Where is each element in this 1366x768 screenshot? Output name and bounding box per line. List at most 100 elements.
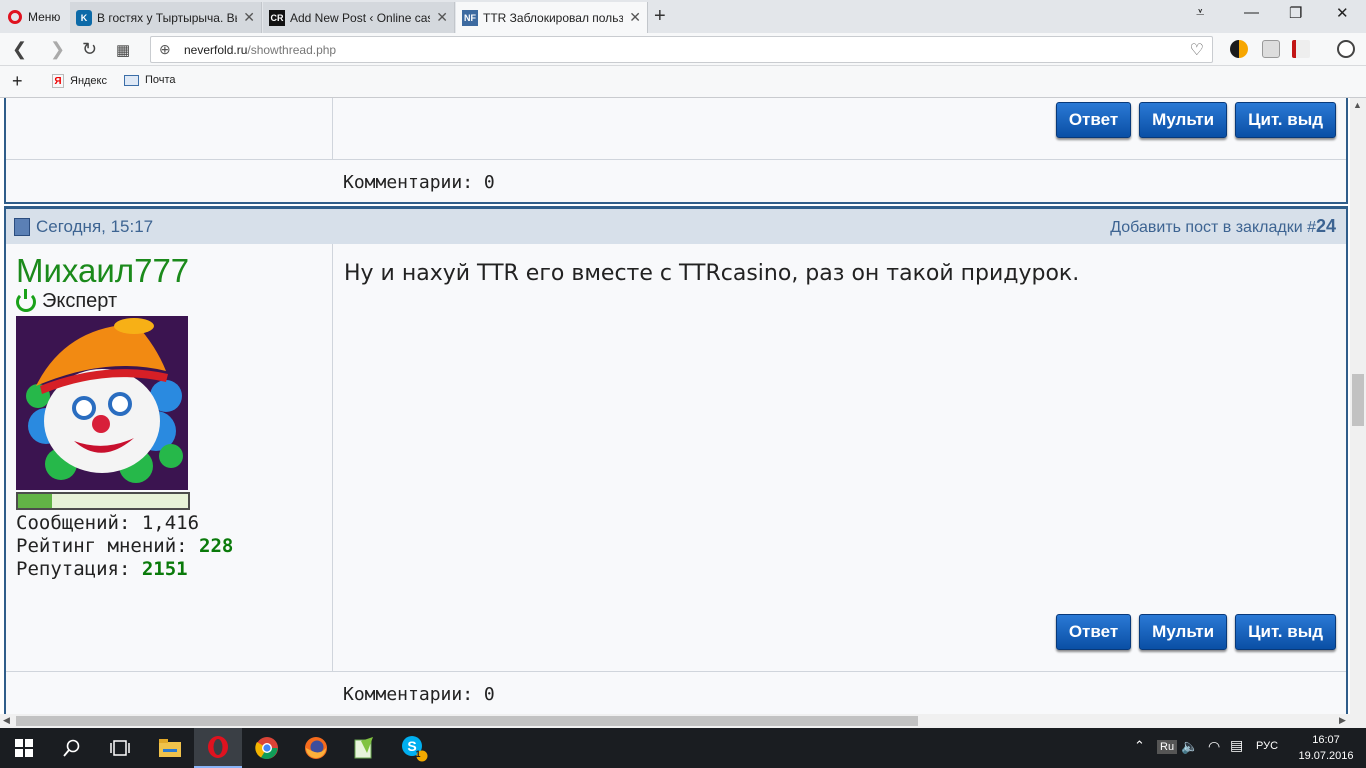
tab-title: TTR Заблокировал пользователя [483, 10, 624, 25]
volume-icon[interactable]: 🔈 [1181, 738, 1198, 755]
user-info-pane: Михаил777 Эксперт Сообщений: 1,416 Рейти… [6, 244, 333, 671]
search-icon[interactable] [48, 728, 96, 768]
post-message: Ну и нахуй TTR его вместе с TTRcasino, р… [344, 261, 1080, 286]
close-tab-icon[interactable]: ✕ [243, 9, 255, 26]
quote-selection-button[interactable]: Цит. выд [1235, 102, 1336, 138]
tab-title: Add New Post ‹ Online casino [290, 10, 430, 25]
tray-expand-icon[interactable]: ⌃ [1134, 738, 1145, 754]
bookmarks-bar: + Я Яндекс Почта [0, 66, 1366, 98]
clock-time: 16:07 [1312, 734, 1340, 746]
stat-messages: Сообщений: 1,416 [16, 512, 199, 534]
back-icon[interactable]: ❮ [12, 39, 27, 60]
scroll-up-icon[interactable]: ▲ [1353, 100, 1362, 110]
reputation-bar [16, 492, 190, 510]
tab-0[interactable]: K В гостях у Тыртырыча. Вынос ✕ [70, 2, 262, 33]
globe-icon: ⊕ [159, 41, 171, 57]
divider [6, 671, 1346, 672]
stat-value: 2151 [141, 558, 188, 580]
stat-label: Репутация: [16, 558, 131, 580]
tray-language[interactable]: РУС [1256, 740, 1278, 752]
post-date: Сегодня, 15:17 [36, 216, 154, 236]
opera-menu-button[interactable]: Меню [0, 0, 68, 33]
post-number[interactable]: 24 [1316, 216, 1336, 236]
file-explorer-icon[interactable] [146, 728, 194, 768]
tab-favicon: CR [269, 9, 285, 26]
bookmark-yandex[interactable]: Я Яндекс [52, 74, 107, 88]
task-view-icon[interactable] [96, 728, 144, 768]
bookmark-label: Добавить пост в закладки # [1110, 219, 1316, 236]
post-buttons: Ответ Мульти Цит. выд [1055, 614, 1336, 650]
menu-label: Меню [28, 9, 61, 24]
stat-value: 1,416 [141, 512, 200, 534]
comments-link[interactable]: Комментарии: 0 [343, 684, 495, 705]
vpn-icon[interactable] [1262, 40, 1280, 58]
bookmark-label: Яндекс [70, 75, 107, 87]
opera-taskbar-icon[interactable] [194, 728, 242, 768]
scroll-right-icon[interactable]: ▶ [1339, 715, 1346, 726]
close-window-icon[interactable]: ✕ [1336, 4, 1349, 22]
horizontal-scroll-thumb[interactable] [16, 716, 918, 726]
username-link[interactable]: Михаил777 [16, 252, 189, 290]
horizontal-scrollbar[interactable]: ◀ ▶ [0, 714, 1366, 728]
skype-badge: 1 [415, 749, 421, 759]
reload-icon[interactable]: ↻ [82, 39, 97, 60]
bookmark-heart-icon[interactable]: ♡ [1190, 40, 1204, 60]
firefox-icon[interactable] [292, 728, 340, 768]
forward-icon[interactable]: ❯ [50, 39, 65, 60]
speed-dial-icon[interactable]: ▦ [116, 41, 130, 59]
quote-selection-button[interactable]: Цит. выд [1235, 614, 1336, 650]
reply-button[interactable]: Ответ [1055, 614, 1132, 650]
tab-bar: Меню K В гостях у Тыртырыча. Вынос ✕ CR … [0, 0, 1366, 33]
wifi-icon[interactable]: ◠ [1208, 738, 1220, 755]
stat-reputation: Репутация: 2151 [16, 558, 188, 580]
tab-title: В гостях у Тыртырыча. Вынос [97, 10, 237, 25]
clock[interactable]: 16:07 19.07.2016 [1296, 732, 1356, 764]
comments-link[interactable]: Комментарии: 0 [343, 172, 495, 193]
tab-2-active[interactable]: NF TTR Заблокировал пользователя ✕ [456, 2, 648, 33]
url-field[interactable]: ⊕ neverfold.ru/showthread.php ♡ [150, 36, 1213, 63]
add-bookmark-link[interactable]: Добавить пост в закладки #24 [1110, 216, 1336, 237]
url-path: /showthread.php [247, 42, 337, 57]
clown-avatar-image [16, 316, 188, 490]
opera-logo-icon [8, 9, 22, 24]
avatar[interactable] [16, 316, 188, 490]
close-tab-icon[interactable]: ✕ [629, 9, 641, 26]
multi-quote-button[interactable]: Мульти [1139, 614, 1228, 650]
close-tab-icon[interactable]: ✕ [436, 9, 448, 26]
windows-start-icon[interactable] [0, 728, 48, 768]
clock-date: 19.07.2016 [1298, 750, 1354, 762]
tab-1[interactable]: CR Add New Post ‹ Online casino ✕ [263, 2, 455, 33]
yandex-icon: Я [52, 74, 64, 88]
vertical-scrollbar[interactable]: ▲ [1350, 98, 1366, 714]
tab-favicon: NF [462, 9, 478, 26]
pdf-icon[interactable] [1292, 40, 1310, 58]
user-title-label: Эксперт [42, 290, 118, 312]
minimize-icon[interactable]: — [1244, 4, 1259, 21]
add-bookmark-icon[interactable]: + [12, 71, 23, 92]
stat-label: Рейтинг мнений: [16, 535, 188, 557]
notification-icon[interactable]: ▤ [1230, 737, 1243, 754]
previous-post-buttons: Ответ Мульти Цит. выд [1055, 102, 1336, 138]
stat-rating: Рейтинг мнений: 228 [16, 535, 233, 557]
bookmark-mail[interactable]: Почта [124, 74, 176, 86]
new-tab-icon[interactable]: + [654, 5, 666, 28]
notepad-plus-icon[interactable] [340, 728, 388, 768]
mail-icon [124, 74, 139, 86]
reply-button[interactable]: Ответ [1055, 102, 1132, 138]
extension-icon[interactable] [1230, 40, 1248, 58]
lang-badge[interactable]: Ru [1157, 740, 1178, 754]
restore-icon[interactable]: ❐ [1289, 4, 1302, 22]
windows-taskbar: S 1 ⌃ Ru 🔈 ◠ ▤ РУС 16:07 19.07.2016 [0, 728, 1366, 768]
user-title: Эксперт [16, 288, 118, 313]
skype-icon[interactable]: S 1 [390, 728, 438, 768]
chrome-icon[interactable] [243, 728, 291, 768]
previous-post-userpane [6, 98, 333, 160]
post-header: Сегодня, 15:17 Добавить пост в закладки … [6, 206, 1346, 244]
online-status-icon [16, 288, 36, 312]
tab-menu-icon[interactable]: ⩡ [1196, 4, 1204, 21]
scroll-left-icon[interactable]: ◀ [3, 715, 10, 726]
multi-quote-button[interactable]: Мульти [1139, 102, 1228, 138]
download-icon[interactable] [1337, 40, 1355, 58]
vertical-scroll-thumb[interactable] [1352, 374, 1364, 426]
page-content: Ответ Мульти Цит. выд Комментарии: 0 Сег… [0, 98, 1350, 714]
